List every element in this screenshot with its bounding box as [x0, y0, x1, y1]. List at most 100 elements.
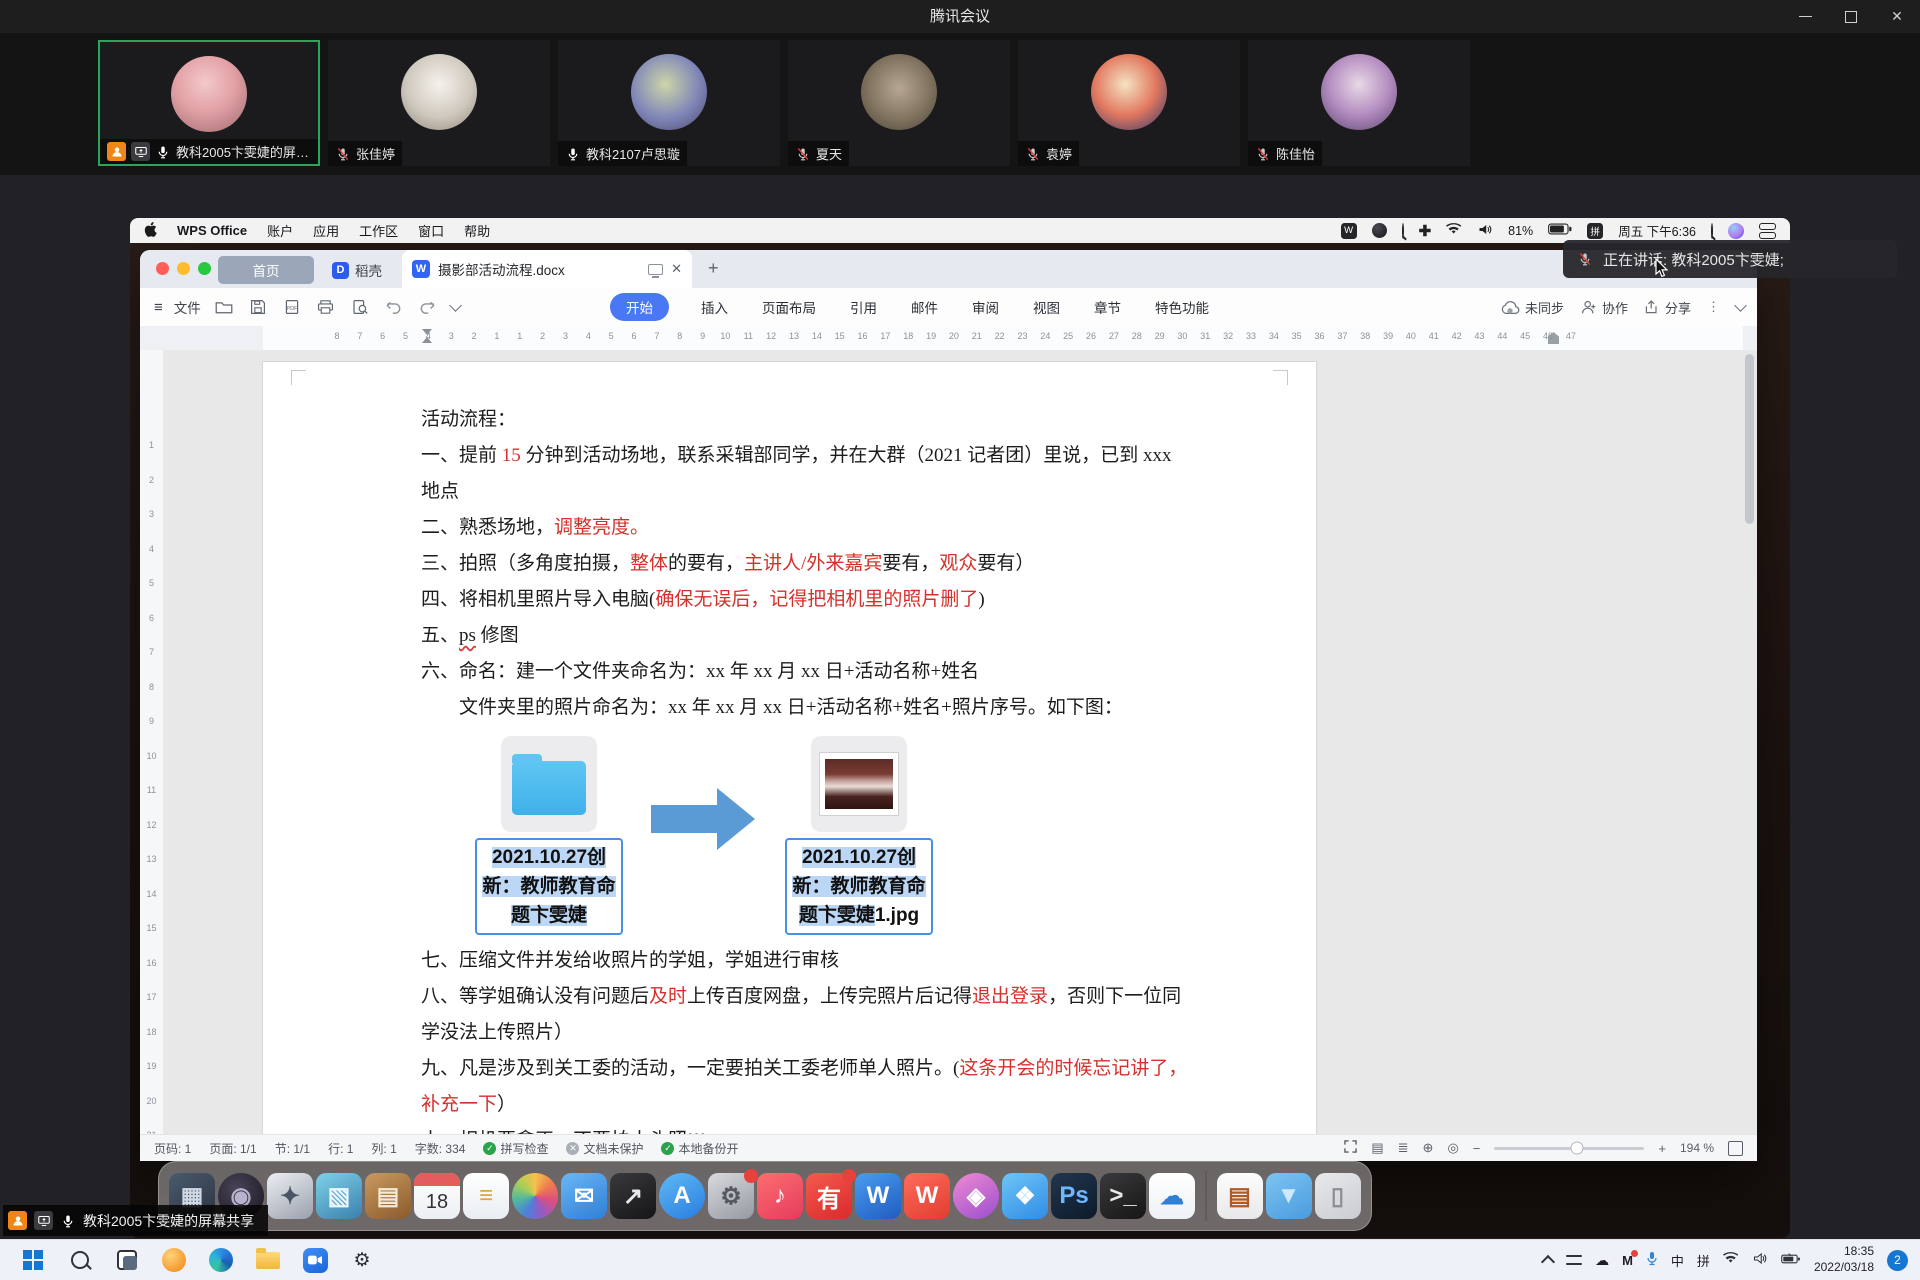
taskbar-clock[interactable]: 18:35 2022/03/18 [1814, 1244, 1874, 1275]
more-options-icon[interactable]: ⋮ [1707, 299, 1720, 315]
tray-wifi-icon[interactable] [1723, 1252, 1740, 1268]
task-view-icon[interactable] [108, 1241, 146, 1279]
zoom-in-button[interactable]: + [1658, 1141, 1666, 1156]
mac-close-button[interactable] [156, 262, 169, 275]
photo-caption[interactable]: 2021.10.27创新：教师教育命题卞雯婕1.jpg [785, 838, 933, 935]
orange-app-icon[interactable] [155, 1241, 193, 1279]
mac-zoom-button[interactable] [198, 262, 211, 275]
dock-calendar-app[interactable]: 18 [414, 1173, 460, 1219]
sync-status[interactable]: 未同步 [1500, 298, 1564, 317]
redo-icon[interactable] [417, 296, 439, 318]
spellcheck-status[interactable]: ✓ 拼写检查 [483, 1140, 548, 1157]
ribbon-tab-视图[interactable]: 视图 [1031, 293, 1062, 321]
print-preview-icon[interactable] [349, 296, 371, 318]
control-center-icon[interactable] [1759, 223, 1776, 239]
zoom-out-button[interactable]: − [1473, 1141, 1481, 1156]
participant-tile[interactable]: 教科2107卢思璇 [558, 40, 780, 166]
file-explorer-icon[interactable] [249, 1241, 287, 1279]
compass-status-icon[interactable] [1372, 223, 1387, 238]
dock-reminders-app[interactable]: ≡ [463, 1173, 509, 1219]
ribbon-tab-页面布局[interactable]: 页面布局 [760, 293, 818, 321]
zoom-slider-knob[interactable] [1570, 1142, 1583, 1155]
participant-tile[interactable]: 张佳婷 [328, 40, 550, 166]
dock-photoshop-app[interactable]: Ps [1051, 1173, 1097, 1219]
zoom-slider[interactable] [1494, 1147, 1644, 1150]
ime-mode-cn[interactable]: 中 [1671, 1251, 1684, 1270]
dock-youdao-app[interactable]: 有 [806, 1173, 852, 1219]
folder-caption[interactable]: 2021.10.27创新：教师教育命题卞雯婕 [475, 838, 623, 935]
collab-button[interactable]: 协作 [1580, 298, 1628, 317]
web-view-icon[interactable]: ⊕ [1423, 1140, 1434, 1156]
doc-tab-close-icon[interactable]: ✕ [671, 261, 682, 277]
screenshot-status-icon[interactable] [1402, 224, 1404, 238]
tab-home[interactable]: 首页 [218, 256, 314, 284]
menubar-menu-item[interactable]: 应用 [313, 221, 339, 240]
hamburger-icon[interactable]: ≡ [154, 299, 162, 316]
present-icon[interactable] [648, 264, 663, 275]
dock-downloads-folder[interactable]: ▼ [1266, 1173, 1312, 1219]
outline-view-icon[interactable]: ≣ [1398, 1140, 1409, 1156]
file-menu[interactable]: 文件 [174, 297, 201, 317]
menubar-app-name[interactable]: WPS Office [177, 223, 247, 238]
onedrive-icon[interactable]: ☁ [1595, 1252, 1609, 1269]
ribbon-tab-章节[interactable]: 章节 [1092, 293, 1123, 321]
taskbar-search-icon[interactable] [61, 1241, 99, 1279]
dock-gallery-app[interactable]: ▧ [316, 1173, 362, 1219]
participant-tile[interactable]: 袁婷 [1018, 40, 1240, 166]
dock-system-preferences[interactable]: ⚙ [708, 1173, 754, 1219]
open-icon[interactable] [213, 296, 235, 318]
dock-terminal-app[interactable]: >_ [1100, 1173, 1146, 1219]
apple-menu-icon[interactable] [144, 222, 157, 240]
menubar-menu-item[interactable]: 帮助 [464, 221, 490, 240]
mac-minimize-button[interactable] [177, 262, 190, 275]
ribbon-tab-引用[interactable]: 引用 [848, 293, 879, 321]
ime-mode-pinyin[interactable]: 拼 [1697, 1251, 1710, 1270]
ime-status-icon[interactable]: 拼 [1587, 223, 1603, 239]
document-page[interactable]: 活动流程：一、提前 15 分钟到活动场地，联系采辑部同学，并在大群（2021 记… [263, 362, 1316, 1134]
dock-preview-document[interactable]: ▤ [1217, 1173, 1263, 1219]
menubar-clock[interactable]: 周五 下午6:36 [1618, 221, 1696, 240]
menubar-menu-item[interactable]: 账户 [267, 221, 293, 240]
dock-appstore-app[interactable]: A [659, 1173, 705, 1219]
ribbon-tab-插入[interactable]: 插入 [699, 293, 730, 321]
tray-overflow-icon[interactable] [1541, 1254, 1555, 1268]
edge-browser-icon[interactable] [202, 1241, 240, 1279]
ribbon-tab-开始[interactable]: 开始 [610, 293, 669, 321]
ribbon-tab-审阅[interactable]: 审阅 [970, 293, 1001, 321]
minimize-button[interactable] [1782, 0, 1828, 33]
wifi-status-icon[interactable] [1446, 223, 1463, 239]
dock-baidu-pan-app[interactable]: ☁ [1149, 1173, 1195, 1219]
dock-blue-bird-app[interactable]: ❖ [1002, 1173, 1048, 1219]
fullscreen-icon[interactable] [1344, 1140, 1357, 1156]
dock-launchpad[interactable]: ✦ [267, 1173, 313, 1219]
notification-m-icon[interactable]: M [1622, 1253, 1633, 1268]
tencent-meeting-icon[interactable] [296, 1241, 334, 1279]
dock-stocks-app[interactable]: ↗ [610, 1173, 656, 1219]
tab-docer[interactable]: D 稻壳 [332, 256, 382, 284]
dock-wps-app[interactable]: W [904, 1173, 950, 1219]
tray-mic-icon[interactable] [1646, 1251, 1658, 1269]
collapse-ribbon-icon[interactable] [1734, 299, 1747, 312]
siri-icon[interactable] [1728, 223, 1744, 239]
participant-tile[interactable]: 陈佳怡 [1248, 40, 1470, 166]
fit-page-icon[interactable] [1728, 1141, 1743, 1156]
tray-volume-icon[interactable] [1753, 1252, 1768, 1268]
eye-protect-icon[interactable]: ◎ [1447, 1140, 1458, 1156]
spotlight-icon[interactable] [1711, 224, 1713, 238]
start-button[interactable] [14, 1241, 52, 1279]
move-status-icon[interactable]: ✚ [1419, 222, 1432, 240]
backup-status[interactable]: ✓ 本地备份开 [661, 1140, 738, 1157]
save-icon[interactable] [247, 296, 269, 318]
export-pdf-icon[interactable]: PDF [281, 296, 303, 318]
participant-tile[interactable]: 夏天 [788, 40, 1010, 166]
zoom-percent[interactable]: 194 % [1680, 1141, 1714, 1155]
vertical-scrollbar-thumb[interactable] [1745, 354, 1754, 524]
ribbon-tab-特色功能[interactable]: 特色功能 [1153, 293, 1211, 321]
more-history-icon[interactable] [449, 299, 462, 312]
dock-mail-app[interactable]: ✉ [561, 1173, 607, 1219]
menubar-menu-item[interactable]: 工作区 [359, 221, 398, 240]
tab-document[interactable]: W 摄影部活动流程.docx ✕ [402, 250, 692, 288]
participant-tile[interactable]: 教科2005卞雯婕的屏幕共... [98, 40, 320, 166]
undo-icon[interactable] [383, 296, 405, 318]
dock-trash[interactable]: ▯ [1315, 1173, 1361, 1219]
